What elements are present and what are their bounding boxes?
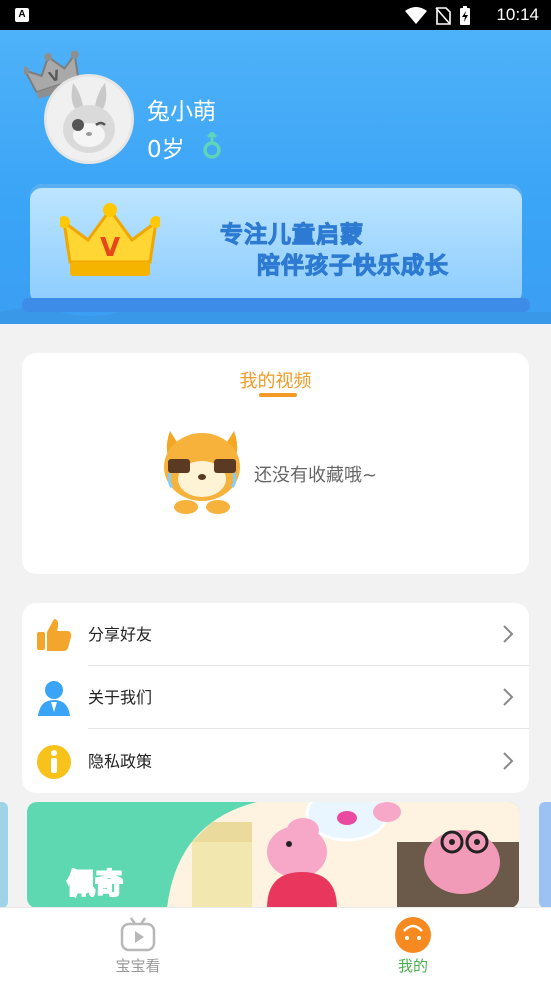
app-notification-icon: A bbox=[15, 8, 29, 22]
empty-state-text: 还没有收藏哦~ bbox=[254, 465, 378, 486]
profile-face-icon bbox=[395, 917, 431, 953]
thumbs-up-icon bbox=[37, 619, 72, 651]
my-videos-card: 我的视频 还没有收藏哦~ bbox=[22, 353, 529, 574]
carousel-next-card[interactable] bbox=[539, 802, 551, 908]
menu-item-about[interactable]: 关于我们 bbox=[22, 666, 529, 729]
menu-card: 分享好友 关于我们 隐私政策 bbox=[22, 603, 529, 793]
vip-crown-icon: V bbox=[60, 203, 160, 276]
wifi-icon bbox=[405, 7, 427, 24]
menu-item-label: 隐私政策 bbox=[88, 752, 153, 771]
tab-watch[interactable]: 宝宝看 bbox=[58, 908, 218, 981]
avatar[interactable] bbox=[44, 74, 134, 164]
age-label: 0岁 bbox=[147, 137, 185, 163]
carousel-prev-card[interactable] bbox=[0, 802, 8, 908]
menu-item-privacy[interactable]: 隐私政策 bbox=[22, 730, 529, 793]
menu-item-share[interactable]: 分享好友 bbox=[22, 603, 529, 666]
tab-mine-label: 我的 bbox=[397, 957, 428, 975]
no-sim-icon bbox=[435, 7, 451, 25]
person-icon bbox=[38, 681, 70, 716]
status-icons bbox=[405, 6, 471, 26]
banner-title: 佩奇 bbox=[66, 866, 124, 901]
info-icon bbox=[37, 745, 71, 779]
vip-slogan-line2: 陪伴孩子快乐成长 bbox=[257, 253, 449, 280]
chevron-right-icon bbox=[503, 688, 514, 706]
battery-charging-icon bbox=[460, 6, 470, 25]
menu-item-label: 关于我们 bbox=[88, 688, 153, 707]
tv-play-icon bbox=[120, 917, 156, 952]
male-gender-icon bbox=[203, 132, 221, 159]
my-videos-title[interactable]: 我的视频 bbox=[22, 367, 529, 393]
promo-banner[interactable]: 佩奇 bbox=[27, 802, 519, 908]
vip-slogan-line1: 专注儿童启蒙 bbox=[220, 222, 364, 249]
divider bbox=[88, 728, 529, 729]
menu-item-label: 分享好友 bbox=[88, 625, 153, 644]
tab-watch-label: 宝宝看 bbox=[115, 957, 161, 975]
tab-mine[interactable]: 我的 bbox=[333, 908, 493, 981]
crying-mascot-icon bbox=[164, 431, 240, 514]
status-bar: A 10:14 bbox=[0, 0, 551, 30]
username: 兔小萌 bbox=[147, 99, 216, 125]
bunny-avatar-icon bbox=[47, 77, 131, 161]
vip-banner-ledge bbox=[22, 298, 530, 312]
tab-indicator bbox=[259, 393, 297, 397]
bottom-tab-bar: 宝宝看 我的 bbox=[0, 907, 551, 981]
vip-badge-letter: V bbox=[100, 233, 120, 263]
clock: 10:14 bbox=[496, 5, 539, 24]
chevron-right-icon bbox=[503, 625, 514, 643]
chevron-right-icon bbox=[503, 752, 514, 770]
